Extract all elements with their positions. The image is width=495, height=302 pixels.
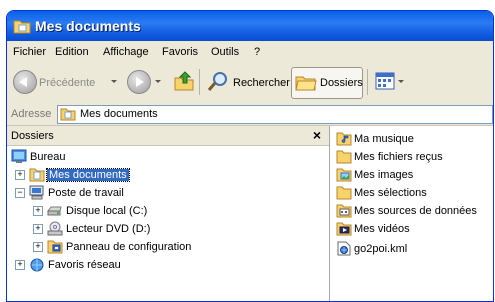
address-bar: Adresse Mes documents xyxy=(7,103,493,126)
folder-contents: Ma musique Mes fichiers reçus Mes images… xyxy=(330,126,493,301)
window-title: Mes documents xyxy=(35,18,141,34)
forward-button[interactable] xyxy=(125,67,165,97)
expand-toggle[interactable]: + xyxy=(33,206,43,216)
menu-favoris[interactable]: Favoris xyxy=(162,46,198,58)
videos-folder-icon xyxy=(336,222,352,236)
kml-file-icon xyxy=(337,241,351,256)
expand-toggle[interactable]: + xyxy=(15,260,25,270)
folders-pane-title: Dossiers xyxy=(11,130,54,142)
address-field[interactable]: Mes documents xyxy=(57,105,493,124)
tree-item-poste-de-travail[interactable]: − Poste de travail xyxy=(7,184,329,202)
forward-arrow-icon xyxy=(127,70,151,94)
close-icon[interactable]: × xyxy=(313,127,321,143)
tree-item-favoris-reseau[interactable]: + Favoris réseau xyxy=(7,256,329,274)
folder-icon xyxy=(336,186,352,200)
chevron-down-icon[interactable] xyxy=(155,80,161,83)
chevron-down-icon[interactable] xyxy=(111,80,117,83)
toolbar-separator xyxy=(199,69,200,95)
search-button[interactable]: Rechercher xyxy=(205,67,290,97)
my-documents-folder-icon xyxy=(29,168,45,182)
tree-item-lecteur-dvd[interactable]: + Lecteur DVD (D:) xyxy=(7,220,329,238)
search-icon xyxy=(207,72,227,91)
collapse-toggle[interactable]: − xyxy=(15,188,25,198)
expand-toggle[interactable]: + xyxy=(33,242,43,252)
folders-pane: Dossiers × Bureau + Mes documents − Post… xyxy=(7,126,330,301)
back-arrow-icon xyxy=(13,70,37,94)
folders-icon xyxy=(295,76,317,91)
folder-icon xyxy=(336,150,352,164)
address-label: Adresse xyxy=(11,108,52,120)
folders-button[interactable]: Dossiers xyxy=(291,67,363,99)
menu-help[interactable]: ? xyxy=(254,46,260,58)
up-folder-button[interactable] xyxy=(169,67,197,97)
hard-disk-icon xyxy=(47,206,62,216)
up-folder-icon xyxy=(174,71,194,91)
chevron-down-icon[interactable] xyxy=(398,80,404,83)
menu-bar: Fichier Edition Affichage Favoris Outils… xyxy=(7,41,493,64)
tree-item-panneau-de-configuration[interactable]: + Panneau de configuration xyxy=(7,238,329,256)
back-button[interactable]: Précédente xyxy=(11,67,119,97)
control-panel-icon xyxy=(47,240,63,254)
address-value: Mes documents xyxy=(80,108,158,120)
menu-edition[interactable]: Edition xyxy=(55,46,89,58)
toolbar: Précédente Rechercher Dossiers xyxy=(7,63,493,104)
pictures-folder-icon xyxy=(336,168,352,182)
music-folder-icon xyxy=(336,132,352,146)
data-sources-folder-icon xyxy=(336,204,352,218)
menu-affichage[interactable]: Affichage xyxy=(103,46,149,58)
expand-toggle[interactable]: + xyxy=(15,170,25,180)
title-bar[interactable]: Mes documents xyxy=(7,11,493,41)
menu-fichier[interactable]: Fichier xyxy=(13,46,46,58)
views-button[interactable] xyxy=(373,67,407,97)
my-computer-icon xyxy=(29,185,44,200)
toolbar-separator xyxy=(367,69,368,95)
explorer-window: Mes documents Fichier Edition Affichage … xyxy=(6,10,494,302)
my-documents-folder-icon xyxy=(60,108,76,121)
desktop-icon xyxy=(11,149,27,163)
tree-item-mes-documents[interactable]: + Mes documents xyxy=(7,166,329,184)
network-places-icon xyxy=(30,258,44,272)
folders-pane-header: Dossiers × xyxy=(7,126,329,146)
tree-item-disque-local[interactable]: + Disque local (C:) xyxy=(7,202,329,220)
dvd-drive-icon xyxy=(47,221,63,236)
expand-toggle[interactable]: + xyxy=(33,224,43,234)
tree-item-bureau[interactable]: Bureau xyxy=(7,148,329,166)
menu-outils[interactable]: Outils xyxy=(211,46,239,58)
folder-icon xyxy=(13,20,31,34)
views-icon xyxy=(375,72,395,90)
